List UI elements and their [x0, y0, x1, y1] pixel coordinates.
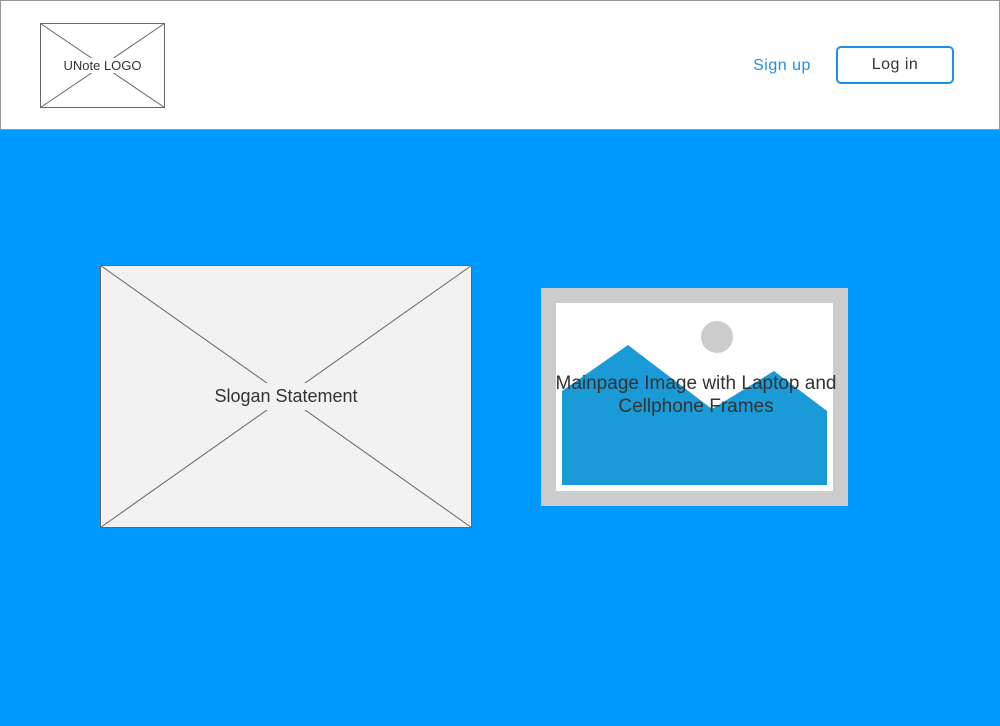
caption-line-2: Cellphone Frames [618, 396, 774, 417]
slogan-placeholder: Slogan Statement [100, 265, 472, 528]
logo-text: UNote LOGO [40, 23, 165, 108]
slogan-label: Slogan Statement [210, 383, 362, 410]
mainpage-image: Mainpage Image with Laptop and Cellphone… [541, 288, 848, 506]
caption-line-1: Mainpage Image with Laptop and [555, 373, 837, 394]
sign-up-link[interactable]: Sign up [741, 53, 823, 79]
mainpage-image-caption: Mainpage Image with Laptop and Cellphone… [541, 372, 851, 418]
header-bar: UNote LOGO Sign up Log in [0, 0, 1000, 130]
logo-placeholder[interactable]: UNote LOGO [40, 23, 165, 108]
slogan-text: Slogan Statement [100, 265, 472, 528]
landing-page: UNote LOGO Sign up Log in Slogan Stateme… [0, 0, 1000, 726]
log-in-button[interactable]: Log in [836, 46, 954, 84]
logo-label: UNote LOGO [61, 58, 144, 73]
